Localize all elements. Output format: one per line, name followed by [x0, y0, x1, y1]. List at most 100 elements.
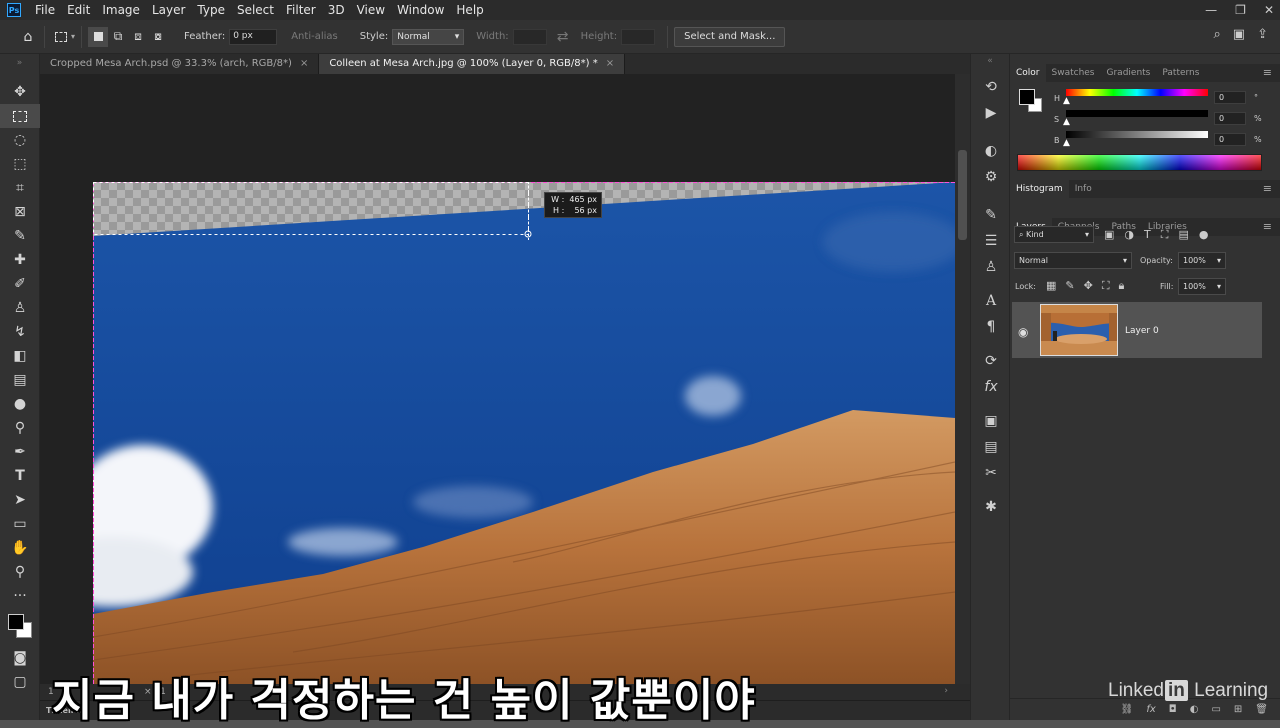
lock-position-icon[interactable]: ✥: [1084, 279, 1093, 293]
shapes-icon[interactable]: ⟳: [971, 348, 1011, 374]
menu-image[interactable]: Image: [96, 0, 146, 20]
foreground-color-chip[interactable]: [1019, 89, 1035, 105]
canvas-area[interactable]: [40, 74, 970, 684]
quick-mask-icon[interactable]: ◙: [0, 646, 40, 670]
clone-stamp-tool-icon[interactable]: ♙: [0, 296, 40, 320]
saturation-input[interactable]: 0: [1214, 112, 1246, 125]
tab-swatches[interactable]: Swatches: [1046, 64, 1101, 82]
opacity-input[interactable]: 100% ▾: [1178, 252, 1226, 269]
frame-tool-icon[interactable]: ⊠: [0, 200, 40, 224]
pen-tool-icon[interactable]: ✒: [0, 440, 40, 464]
character-icon[interactable]: A: [971, 288, 1011, 314]
lasso-tool-icon[interactable]: ◌: [0, 128, 40, 152]
blend-mode-select[interactable]: Normal ▾: [1014, 252, 1132, 269]
filter-toggle-icon[interactable]: ●: [1199, 228, 1209, 242]
collapse-icon[interactable]: «: [971, 54, 1009, 74]
style-select[interactable]: Normal ▾: [392, 28, 465, 45]
brightness-slider-handle-icon[interactable]: ▲: [1063, 138, 1070, 148]
smart-object-filter-icon[interactable]: ▤: [1178, 228, 1188, 242]
type-tool-icon[interactable]: T: [0, 464, 40, 488]
menu-help[interactable]: Help: [450, 0, 489, 20]
menu-window[interactable]: Window: [391, 0, 450, 20]
brush-settings-icon[interactable]: ☰: [971, 228, 1011, 254]
hand-tool-icon[interactable]: ✋: [0, 536, 40, 560]
share-icon[interactable]: ⇪: [1257, 27, 1268, 42]
layer-name[interactable]: Layer 0: [1125, 326, 1159, 336]
lock-transparency-icon[interactable]: ▦: [1046, 279, 1056, 293]
adjustment-filter-icon[interactable]: ◑: [1124, 228, 1134, 242]
brightness-input[interactable]: 0: [1214, 133, 1246, 146]
menu-layer[interactable]: Layer: [146, 0, 191, 20]
link-layers-icon[interactable]: ⛓: [1121, 704, 1134, 715]
adjustments-icon[interactable]: ◐: [971, 138, 1011, 164]
healing-brush-tool-icon[interactable]: ✚: [0, 248, 40, 272]
select-and-mask-button[interactable]: Select and Mask...: [674, 26, 786, 47]
menu-type[interactable]: Type: [191, 0, 231, 20]
panel-menu-icon[interactable]: ≡: [1263, 220, 1272, 233]
styles-fx-icon[interactable]: fx: [971, 374, 1011, 400]
tab-colleen-mesa-arch[interactable]: Colleen at Mesa Arch.jpg @ 100% (Layer 0…: [319, 54, 626, 74]
close-icon[interactable]: ×: [606, 58, 614, 69]
history-brush-tool-icon[interactable]: ↯: [0, 320, 40, 344]
object-selection-tool-icon[interactable]: ⬚: [0, 152, 40, 176]
tab-cropped-mesa-arch[interactable]: Cropped Mesa Arch.psd @ 33.3% (arch, RGB…: [40, 54, 320, 74]
layer-thumbnail[interactable]: [1040, 304, 1118, 356]
document-image[interactable]: [93, 182, 955, 684]
menu-view[interactable]: View: [351, 0, 391, 20]
menu-filter[interactable]: Filter: [280, 0, 322, 20]
notes-icon[interactable]: ▤: [971, 434, 1011, 460]
eyedropper-tool-icon[interactable]: ✎: [0, 224, 40, 248]
width-input[interactable]: [512, 28, 547, 45]
move-tool-icon[interactable]: ✥: [0, 80, 40, 104]
swap-icon[interactable]: ⇄: [553, 27, 573, 47]
type-filter-icon[interactable]: T: [1144, 228, 1151, 242]
layer-comps-icon[interactable]: ▣: [971, 408, 1011, 434]
new-selection-icon[interactable]: [88, 26, 109, 47]
feather-input[interactable]: 0 px: [229, 28, 278, 45]
lock-artboard-icon[interactable]: ⛶: [1102, 279, 1110, 293]
scroll-right-icon[interactable]: ›: [944, 686, 948, 696]
screen-mode-icon[interactable]: ▢: [0, 670, 40, 694]
filter-kind-select[interactable]: ⌕ Kind ▾: [1014, 226, 1094, 243]
saturation-slider[interactable]: [1066, 110, 1208, 117]
eye-visibility-icon[interactable]: ◉: [1018, 325, 1028, 339]
properties-icon[interactable]: ⚙: [971, 164, 1011, 190]
adjustment-layer-icon[interactable]: ◐: [1190, 704, 1199, 715]
lock-all-icon[interactable]: 🔒︎: [1119, 279, 1125, 293]
blur-tool-icon[interactable]: ●: [0, 392, 40, 416]
panel-menu-icon[interactable]: ≡: [1263, 66, 1272, 79]
trash-icon[interactable]: 🗑︎: [1255, 704, 1268, 715]
menu-3d[interactable]: 3D: [322, 0, 351, 20]
3d-icon[interactable]: ✱: [971, 494, 1011, 520]
zoom-tool-icon[interactable]: ⚲: [0, 560, 40, 584]
tab-patterns[interactable]: Patterns: [1156, 64, 1205, 82]
new-group-icon[interactable]: ▭: [1211, 704, 1220, 715]
new-layer-icon[interactable]: ⊞: [1234, 704, 1242, 715]
foreground-color-swatch[interactable]: [8, 614, 24, 630]
eraser-tool-icon[interactable]: ◧: [0, 344, 40, 368]
workspace-icon[interactable]: ▣: [1233, 27, 1245, 42]
saturation-slider-handle-icon[interactable]: ▲: [1063, 117, 1070, 127]
layer-style-fx-icon[interactable]: fx: [1146, 704, 1155, 715]
intersect-selection-icon[interactable]: ⧇: [148, 27, 168, 47]
menu-edit[interactable]: Edit: [61, 0, 96, 20]
add-mask-icon[interactable]: ◘: [1169, 704, 1177, 715]
hue-slider[interactable]: [1066, 89, 1208, 96]
menu-select[interactable]: Select: [231, 0, 280, 20]
pixel-filter-icon[interactable]: ▣: [1104, 228, 1114, 242]
tab-color[interactable]: Color: [1010, 64, 1046, 82]
rectangle-tool-icon[interactable]: ▭: [0, 512, 40, 536]
lock-image-icon[interactable]: ✎: [1065, 279, 1074, 293]
more-tools-icon[interactable]: ···: [0, 584, 40, 608]
brushes-icon[interactable]: ✎: [971, 202, 1011, 228]
dodge-tool-icon[interactable]: ⚲: [0, 416, 40, 440]
tab-gradients[interactable]: Gradients: [1101, 64, 1157, 82]
restore-icon[interactable]: ❐: [1235, 3, 1246, 17]
height-input[interactable]: [621, 28, 656, 45]
close-icon[interactable]: ×: [300, 58, 308, 69]
toolbar-grip-icon[interactable]: »: [0, 54, 39, 80]
gradient-tool-icon[interactable]: ▤: [0, 368, 40, 392]
add-to-selection-icon[interactable]: ⧉: [108, 27, 128, 47]
minimize-icon[interactable]: —: [1205, 3, 1217, 17]
shape-filter-icon[interactable]: ⛶: [1161, 228, 1169, 242]
